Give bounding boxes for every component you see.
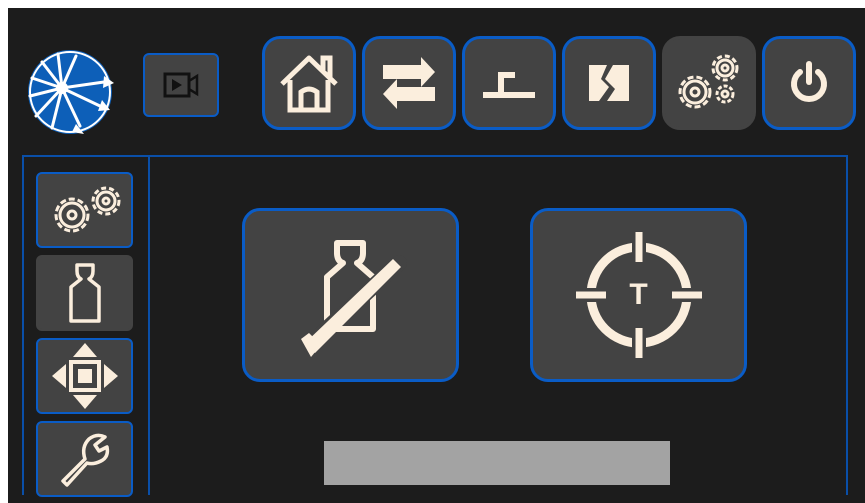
home-icon: [274, 48, 344, 118]
tare-target-icon: T: [564, 220, 714, 370]
transfer-button[interactable]: [362, 36, 456, 130]
zero-scale-button[interactable]: [242, 208, 459, 382]
sidebar-item-weight[interactable]: [36, 255, 133, 331]
video-camera-icon: [163, 71, 199, 99]
hook-button[interactable]: [462, 36, 556, 130]
home-button[interactable]: [262, 36, 356, 130]
wrench-icon: [55, 429, 115, 489]
status-bar: [324, 441, 670, 485]
sidebar-item-tools[interactable]: [36, 421, 133, 497]
power-button[interactable]: [762, 36, 856, 130]
gears-icon: [42, 179, 128, 241]
sidebar-item-move[interactable]: [36, 338, 133, 414]
hook-icon: [477, 51, 541, 115]
settings-button[interactable]: [662, 36, 756, 130]
move-arrows-icon: [50, 341, 120, 411]
video-camera-button[interactable]: [143, 53, 219, 117]
starburst-logo-icon: [18, 48, 122, 136]
sidebar-divider: [148, 155, 150, 495]
power-icon: [786, 60, 832, 106]
tare-button[interactable]: T: [530, 208, 747, 382]
split-door-icon: [581, 55, 637, 111]
sidebar-item-settings[interactable]: [36, 172, 133, 248]
weight-icon: [65, 261, 105, 325]
split-door-button[interactable]: [562, 36, 656, 130]
weight-zero-icon: [281, 225, 421, 365]
tare-label: T: [629, 278, 648, 311]
gears-icon: [669, 48, 749, 118]
transfer-arrows-icon: [377, 51, 441, 115]
